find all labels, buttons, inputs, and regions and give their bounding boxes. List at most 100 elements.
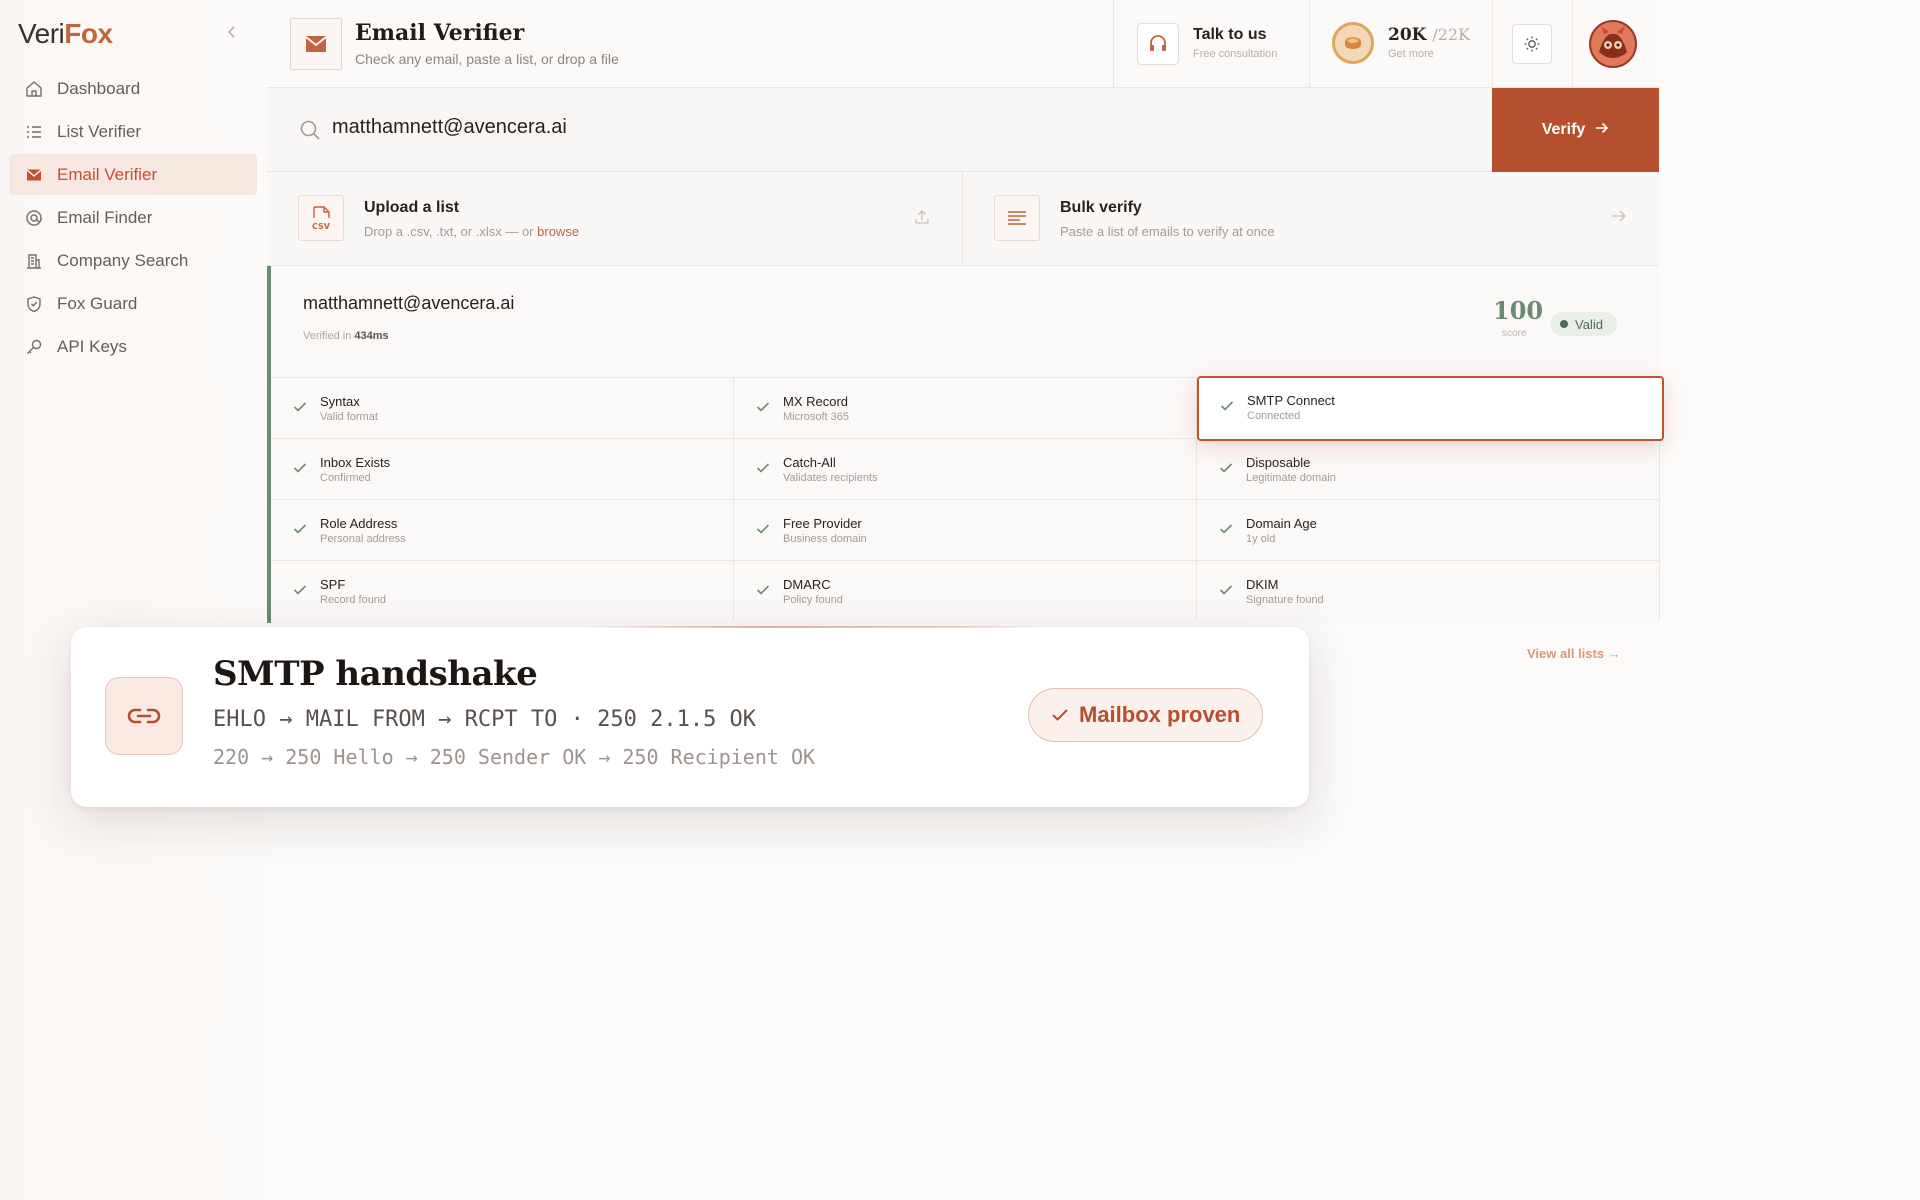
search-icon	[299, 119, 321, 146]
page-subtitle: Check any email, paste a list, or drop a…	[355, 51, 619, 67]
score-value: 100	[1493, 296, 1544, 325]
link-icon	[105, 677, 183, 755]
check-icon	[293, 400, 307, 418]
sidebar-item-label: API Keys	[57, 336, 127, 356]
headset-icon	[1137, 23, 1179, 65]
check-icon	[1051, 702, 1069, 728]
talk-to-us-button[interactable]: Talk to us Free consultation	[1113, 0, 1309, 88]
check-icon	[756, 400, 770, 418]
view-all-lists-link[interactable]: View all lists →	[1527, 646, 1621, 661]
score-label: score	[1502, 328, 1527, 339]
mailbox-proven-badge: Mailbox proven	[1028, 688, 1264, 742]
bulk-title: Bulk verify	[1060, 199, 1142, 216]
check-icon	[293, 522, 307, 540]
talk-subtitle: Free consultation	[1193, 48, 1278, 60]
sidebar-item-dashboard[interactable]: Dashboard	[9, 68, 257, 109]
sidebar-item-label: Company Search	[57, 250, 189, 270]
check-icon	[756, 461, 770, 479]
check-mx-record[interactable]: MX Record Microsoft 365	[734, 377, 1197, 438]
smtp-command-sequence: EHLO → MAIL FROM → RCPT TO · 250 2.1.5 O…	[213, 707, 757, 732]
browse-link[interactable]: browse	[537, 224, 579, 239]
home-icon	[23, 78, 45, 100]
sidebar: VeriFox Dashboard List Verifier Email Ve…	[0, 0, 267, 1200]
sun-icon	[1512, 24, 1552, 64]
smtp-handshake-popup: SMTP handshake EHLO → MAIL FROM → RCPT T…	[71, 626, 1309, 807]
sidebar-item-label: Fox Guard	[57, 293, 138, 313]
check-icon	[1219, 583, 1233, 601]
theme-toggle[interactable]	[1492, 0, 1572, 88]
check-icon	[293, 461, 307, 479]
sidebar-item-label: List Verifier	[57, 121, 142, 141]
upload-icon[interactable]	[914, 209, 930, 230]
check-dkim[interactable]: DKIM Signature found	[1197, 560, 1660, 621]
smtp-response-sequence: 220 → 250 Hello → 250 Sender OK → 250 Re…	[213, 745, 816, 769]
upload-title: Upload a list	[364, 199, 460, 216]
check-smtp-connect[interactable]: SMTP Connect Connected	[1197, 376, 1664, 441]
sidebar-item-email-verifier[interactable]: Email Verifier	[9, 154, 257, 195]
building-icon	[23, 250, 45, 272]
check-icon	[756, 522, 770, 540]
credits-widget[interactable]: 20K /22K Get more	[1309, 0, 1492, 88]
page-title: Email Verifier	[355, 20, 525, 46]
sidebar-item-company-search[interactable]: Company Search	[9, 240, 257, 281]
status-dot	[1560, 320, 1568, 328]
upload-list-card[interactable]: CSV Upload a list Drop a .csv, .txt, or …	[267, 172, 963, 266]
verification-result: matthamnett@avencera.ai Verified in 434m…	[267, 266, 1664, 623]
verify-button[interactable]: Verify	[1492, 88, 1659, 172]
bulk-verify-card[interactable]: Bulk verify Paste a list of emails to ve…	[963, 172, 1659, 266]
check-icon	[1220, 399, 1234, 417]
arrow-right-icon: →	[1607, 646, 1621, 661]
popup-title: SMTP handshake	[213, 654, 538, 694]
status-badge: Valid	[1550, 312, 1617, 336]
arrow-right-icon	[1595, 121, 1609, 139]
check-spf[interactable]: SPF Record found	[271, 560, 734, 621]
text-lines-icon	[994, 195, 1040, 241]
envelope-icon	[290, 18, 342, 70]
check-icon	[1219, 461, 1233, 479]
talk-title: Talk to us	[1193, 26, 1267, 43]
check-icon	[756, 583, 770, 601]
verify-button-label: Verify	[1541, 121, 1586, 138]
logo[interactable]: VeriFox	[18, 18, 113, 50]
collapse-sidebar-icon[interactable]	[226, 22, 240, 42]
verified-time: Verified in 434ms	[303, 330, 389, 342]
result-email: matthamnett@avencera.ai	[303, 293, 515, 313]
coin-icon	[1332, 22, 1374, 64]
credits-get-more[interactable]: Get more	[1388, 48, 1434, 60]
csv-file-icon: CSV	[298, 195, 344, 241]
shield-icon	[23, 293, 45, 315]
check-catch-all[interactable]: Catch-All Validates recipients	[734, 438, 1197, 499]
svg-text:CSV: CSV	[312, 222, 331, 231]
avatar[interactable]	[1589, 20, 1637, 68]
key-icon	[23, 336, 45, 358]
user-menu[interactable]	[1572, 0, 1659, 88]
sidebar-item-label: Email Verifier	[57, 164, 158, 184]
popup-accent-line	[571, 626, 1051, 628]
check-role-address[interactable]: Role Address Personal address	[271, 499, 734, 560]
arrow-right-icon[interactable]	[1611, 209, 1627, 228]
check-icon	[1219, 522, 1233, 540]
bulk-subtitle: Paste a list of emails to verify at once	[1060, 224, 1275, 239]
list-icon	[23, 121, 45, 143]
check-domain-age[interactable]: Domain Age 1y old	[1197, 499, 1660, 560]
sidebar-item-list-verifier[interactable]: List Verifier	[9, 111, 257, 152]
check-icon	[293, 583, 307, 601]
check-free-provider[interactable]: Free Provider Business domain	[734, 499, 1197, 560]
check-syntax[interactable]: Syntax Valid format	[271, 377, 734, 438]
sidebar-item-label: Email Finder	[57, 207, 153, 227]
check-disposable[interactable]: Disposable Legitimate domain	[1197, 438, 1660, 499]
check-dmarc[interactable]: DMARC Policy found	[734, 560, 1197, 621]
upload-subtitle: Drop a .csv, .txt, or .xlsx — or browse	[364, 224, 580, 239]
sidebar-item-label: Dashboard	[57, 78, 141, 98]
sidebar-item-fox-guard[interactable]: Fox Guard	[9, 283, 257, 324]
import-options: CSV Upload a list Drop a .csv, .txt, or …	[267, 172, 1659, 266]
email-input[interactable]	[332, 116, 1432, 139]
sidebar-item-api-keys[interactable]: API Keys	[9, 326, 257, 367]
email-search-bar: Verify	[267, 88, 1659, 172]
sidebar-nav: Dashboard List Verifier Email Verifier E…	[9, 68, 257, 369]
envelope-icon	[23, 164, 45, 186]
page-header: Email Verifier Check any email, paste a …	[267, 0, 1659, 88]
credits-value: 20K /22K	[1388, 25, 1471, 45]
sidebar-item-email-finder[interactable]: Email Finder	[9, 197, 257, 238]
check-inbox-exists[interactable]: Inbox Exists Confirmed	[271, 438, 734, 499]
